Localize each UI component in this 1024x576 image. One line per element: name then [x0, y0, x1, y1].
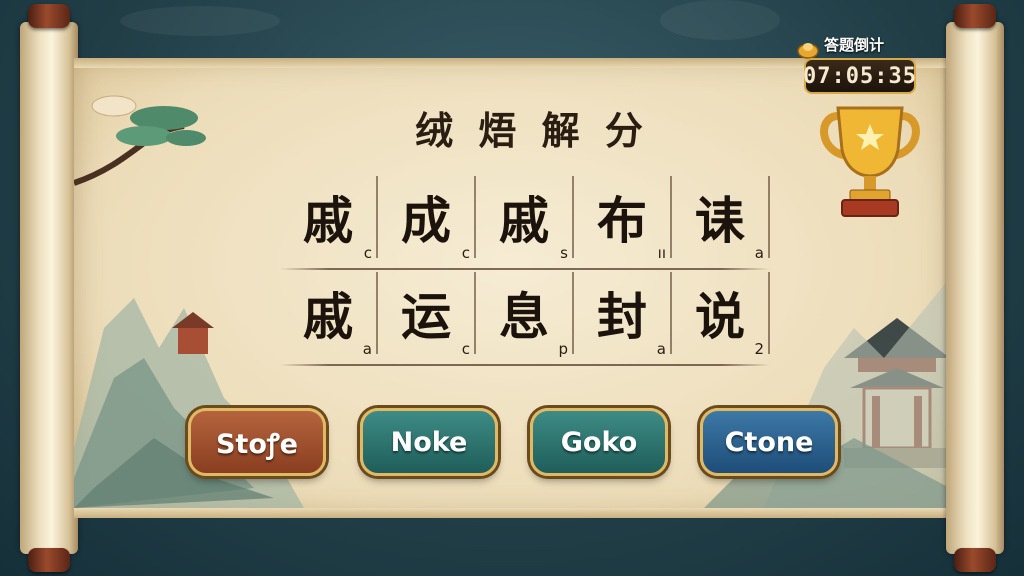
character-cell[interactable]: 说2 [672, 272, 770, 358]
character-subscript: a [362, 340, 372, 358]
character-cell[interactable]: 息p [476, 272, 574, 358]
character-cell[interactable]: 布 ıı [574, 176, 672, 262]
character-subscript: c [461, 244, 470, 262]
row-divider [280, 268, 770, 270]
character-cell[interactable]: 运c [378, 272, 476, 358]
timer-label: 答题倒计 [824, 36, 885, 54]
character-subscript: s [560, 244, 568, 262]
countdown-timer: 07:05:35 [803, 58, 916, 94]
character-subscript: c [461, 340, 470, 358]
puzzle-title: 绒 焐 解 分 [415, 108, 649, 153]
pine-tree-decoration [74, 95, 206, 186]
background-cloud [120, 6, 280, 36]
answer-button-1[interactable]: Stoꝭe [188, 408, 326, 476]
character-subscript: ıı [657, 244, 666, 262]
character: 戚 [303, 287, 353, 346]
character-cell[interactable]: 戚c [280, 176, 378, 262]
character-cell[interactable]: 戚a [280, 272, 378, 358]
character-subscript: p [558, 340, 568, 358]
scroll-rod-left [20, 4, 78, 572]
character-subscript: a [754, 244, 764, 262]
character: 说 [695, 287, 745, 346]
character: 息 [499, 287, 549, 346]
background-cloud [660, 0, 780, 40]
character: 戚 [499, 191, 549, 250]
answer-button-3[interactable]: Goko [530, 408, 668, 476]
character: 封 [597, 287, 647, 346]
answer-button-4[interactable]: Ctone [700, 408, 838, 476]
character: 诔 [695, 191, 745, 250]
character-row-1: 戚c 成c 戚s 布 ıı 诔a [280, 176, 770, 270]
character: 布 [597, 191, 647, 250]
character-grid: 戚c 成c 戚s 布 ıı 诔a 戚a 运c 息p 封a 说2 [280, 176, 770, 366]
gold-nugget-icon [797, 43, 819, 59]
character: 成 [401, 191, 451, 250]
character-row-2: 戚a 运c 息p 封a 说2 [280, 272, 770, 366]
row-divider [280, 364, 770, 366]
character-subscript: a [656, 340, 666, 358]
trophy-icon [820, 106, 920, 217]
character-cell[interactable]: 成c [378, 176, 476, 262]
character-subscript: 2 [754, 340, 764, 358]
scroll-rod-right [946, 4, 1004, 572]
character-cell[interactable]: 戚s [476, 176, 574, 262]
character-subscript: c [363, 244, 372, 262]
character: 运 [401, 287, 451, 346]
character-cell[interactable]: 封a [574, 272, 672, 358]
character: 戚 [303, 191, 353, 250]
character-cell[interactable]: 诔a [672, 176, 770, 262]
answer-button-2[interactable]: Noke [360, 408, 498, 476]
